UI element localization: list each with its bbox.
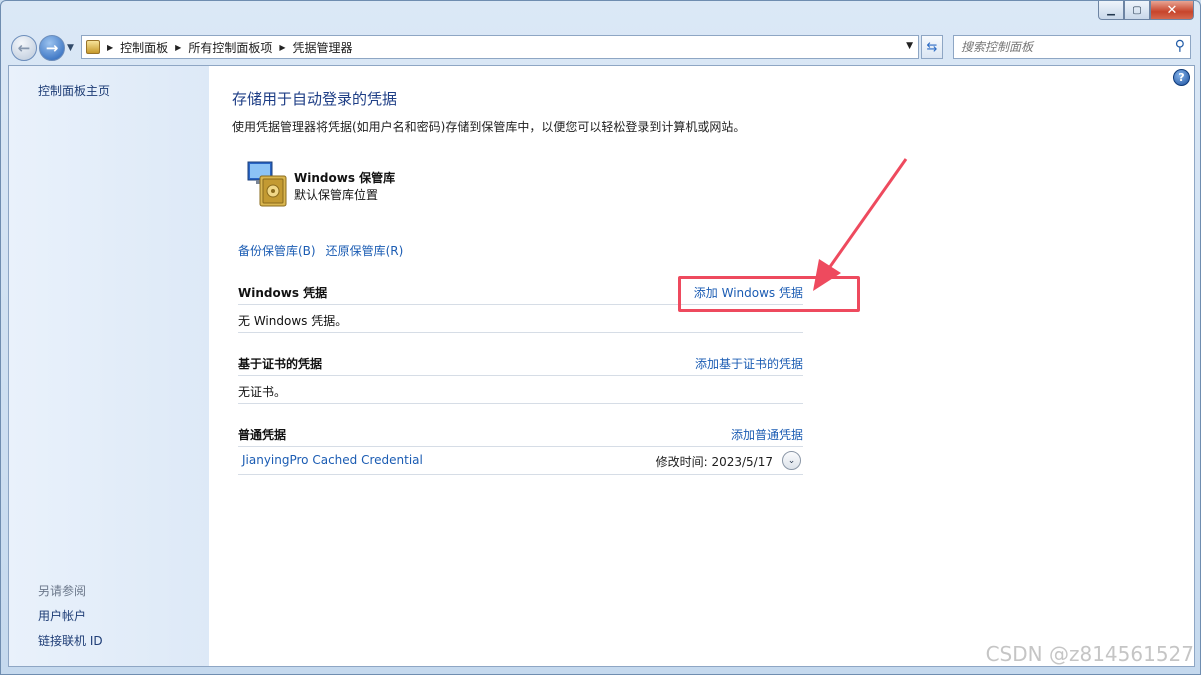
address-dropdown-icon[interactable]: ▼	[906, 41, 913, 51]
section-header: 普通凭据 添加普通凭据	[238, 419, 803, 447]
breadcrumb-control-panel[interactable]: 控制面板	[120, 39, 168, 56]
backup-vault-link[interactable]: 备份保管库(B)	[238, 244, 316, 258]
caption-buttons: ▁ ▢ ✕	[1098, 1, 1194, 20]
sidebar-link-user-accounts[interactable]: 用户帐户	[38, 607, 86, 624]
chevron-down-icon[interactable]: ⌄	[782, 451, 801, 470]
search-icon[interactable]: ⚲	[1175, 38, 1185, 54]
sidebar-link-online-id[interactable]: 链接联机 ID	[38, 632, 103, 649]
refresh-icon[interactable]: ⇆	[921, 35, 943, 59]
empty-message: 无 Windows 凭据。	[238, 314, 348, 328]
watermark: CSDN @z814561527	[985, 642, 1194, 666]
add-generic-credential-link[interactable]: 添加普通凭据	[731, 426, 803, 443]
chevron-right-icon[interactable]: ▶	[279, 43, 285, 52]
recent-pages-dropdown-icon[interactable]: ▼	[67, 43, 74, 53]
section-header: 基于证书的凭据 添加基于证书的凭据	[238, 348, 803, 376]
chevron-right-icon[interactable]: ▶	[107, 43, 113, 52]
page-description: 使用凭据管理器将凭据(如用户名和密码)存储到保管库中，以便您可以轻松登录到计算机…	[232, 120, 746, 134]
section-title: 基于证书的凭据	[238, 357, 323, 371]
section-body: 无证书。	[238, 376, 803, 404]
vault-icon	[247, 161, 287, 207]
vault-name: Windows 保管库	[294, 171, 396, 185]
search-input[interactable]	[954, 36, 1164, 58]
help-icon[interactable]: ?	[1173, 69, 1190, 86]
section-header: Windows 凭据 添加 Windows 凭据	[238, 277, 803, 305]
generic-credentials-section: 普通凭据 添加普通凭据 JianyingPro Cached Credentia…	[238, 419, 803, 475]
add-windows-credential-link[interactable]: 添加 Windows 凭据	[694, 284, 803, 301]
sidebar: 控制面板主页 另请参阅 用户帐户 链接联机 ID	[9, 66, 209, 666]
breadcrumb-all-items[interactable]: 所有控制面板项	[188, 39, 272, 56]
main-content: 存储用于自动登录的凭据 使用凭据管理器将凭据(如用户名和密码)存储到保管库中，以…	[232, 66, 1172, 666]
empty-message: 无证书。	[238, 385, 287, 399]
sidebar-see-also-heading: 另请参阅	[38, 584, 87, 598]
credential-manager-window: ▁ ▢ ✕ ← → ▼ ▶ 控制面板 ▶ 所有控制面板项 ▶ 凭据管理器 ▼ ⇆…	[0, 0, 1201, 675]
add-certificate-credential-link[interactable]: 添加基于证书的凭据	[695, 355, 803, 372]
minimize-icon[interactable]: ▁	[1098, 1, 1124, 20]
section-title: Windows 凭据	[238, 286, 328, 300]
vault-subtitle: 默认保管库位置	[294, 188, 379, 202]
vault-links: 备份保管库(B) 还原保管库(R)	[238, 242, 403, 259]
control-panel-icon	[86, 40, 100, 54]
credential-row[interactable]: JianyingPro Cached Credential 修改时间: 2023…	[238, 447, 803, 475]
close-icon[interactable]: ✕	[1150, 1, 1194, 20]
credential-modified-date: 修改时间: 2023/5/17	[655, 455, 773, 469]
section-body: 无 Windows 凭据。	[238, 305, 803, 333]
restore-vault-link[interactable]: 还原保管库(R)	[326, 244, 404, 258]
windows-credentials-section: Windows 凭据 添加 Windows 凭据 无 Windows 凭据。	[238, 277, 803, 333]
sidebar-home-link[interactable]: 控制面板主页	[38, 82, 110, 99]
breadcrumb-credential-manager[interactable]: 凭据管理器	[293, 39, 353, 56]
navigation-bar: ← → ▼ ▶ 控制面板 ▶ 所有控制面板项 ▶ 凭据管理器 ▼ ⇆ ⚲	[1, 29, 1201, 65]
client-area: 控制面板主页 另请参阅 用户帐户 链接联机 ID ? 存储用于自动登录的凭据 使…	[8, 65, 1195, 667]
page-title: 存储用于自动登录的凭据	[232, 90, 398, 108]
chevron-right-icon[interactable]: ▶	[175, 43, 181, 52]
back-arrow-icon[interactable]: ←	[11, 35, 37, 61]
search-box: ⚲	[953, 35, 1191, 59]
section-title: 普通凭据	[238, 428, 287, 442]
maximize-icon[interactable]: ▢	[1124, 1, 1150, 20]
credential-name[interactable]: JianyingPro Cached Credential	[242, 453, 423, 467]
certificate-credentials-section: 基于证书的凭据 添加基于证书的凭据 无证书。	[238, 348, 803, 404]
address-bar[interactable]: ▶ 控制面板 ▶ 所有控制面板项 ▶ 凭据管理器 ▼	[81, 35, 919, 59]
forward-arrow-icon[interactable]: →	[39, 35, 65, 61]
